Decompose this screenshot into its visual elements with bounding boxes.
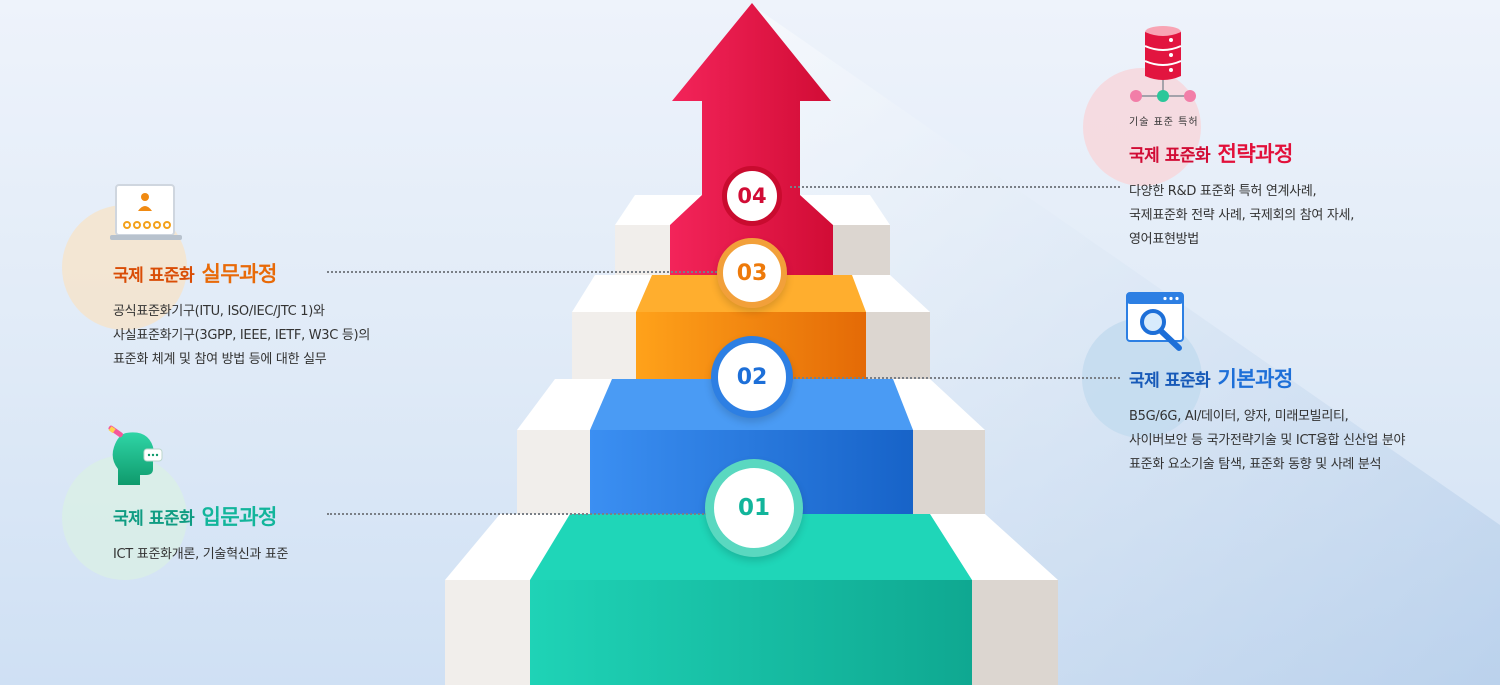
step-badge-04: 04 [722,166,782,226]
course-title: 국제 표준화 실무과정 [113,258,370,288]
connector-intro [327,513,707,515]
connector-practice [327,271,717,273]
badge-number: 01 [737,495,770,521]
course-intro: 국제 표준화 입문과정 ICT 표준화개론, 기술혁신과 표준 [113,501,289,567]
course-highlight: 기본과정 [1217,367,1294,391]
course-highlight: 입문과정 [201,505,278,529]
course-prefix: 국제 표준화 [1129,371,1211,391]
course-description: ICT 표준화개론, 기술혁신과 표준 [113,547,289,562]
head-speech-icon [108,425,163,485]
connector-basic [790,377,1120,379]
course-strategy: 기술 표준 특허 국제 표준화 전략과정 다양한 R&D 표준화 특허 연계사례… [1129,113,1354,252]
badge-number: 04 [737,184,767,208]
course-basic: 국제 표준화 기본과정 B5G/6G, AI/데이터, 양자, 미래모빌리티, … [1129,363,1405,477]
course-prefix: 국제 표준화 [1129,146,1211,166]
step-badge-02: 02 [711,336,793,418]
course-title: 국제 표준화 입문과정 [113,501,288,531]
course-highlight: 실무과정 [201,262,278,286]
course-description: 다양한 R&D 표준화 특허 연계사례, 국제표준화 전략 사례, 국제회의 참… [1129,184,1355,247]
course-description: 공식표준화기구(ITU, ISO/IEC/JTC 1)와 사실표준화기구(3GP… [113,304,370,367]
course-highlight: 전략과정 [1217,142,1294,166]
badge-number: 03 [736,260,768,286]
course-title: 국제 표준화 전략과정 [1129,138,1354,168]
course-prefix: 국제 표준화 [113,266,195,286]
laptop-user-icon [110,184,182,240]
connector-strategy [790,186,1120,188]
course-description: B5G/6G, AI/데이터, 양자, 미래모빌리티, 사이버보안 등 국가전략… [1129,409,1406,472]
badge-number: 02 [736,364,768,390]
course-prefix: 국제 표준화 [113,509,195,529]
browser-search-icon [1126,292,1184,351]
diagram-stage: 04 03 02 01 국제 표준화 실무과정 공식표준화기구(ITU, ISO… [0,0,1500,685]
course-title: 국제 표준화 기본과정 [1129,363,1405,393]
course-tags: 기술 표준 특허 [1129,117,1199,128]
database-network-icon [1130,26,1196,102]
step-badge-01: 01 [705,459,803,557]
step-strategy-arrow [670,3,833,275]
course-practice: 국제 표준화 실무과정 공식표준화기구(ITU, ISO/IEC/JTC 1)와… [113,258,370,372]
step-badge-03: 03 [717,238,787,308]
